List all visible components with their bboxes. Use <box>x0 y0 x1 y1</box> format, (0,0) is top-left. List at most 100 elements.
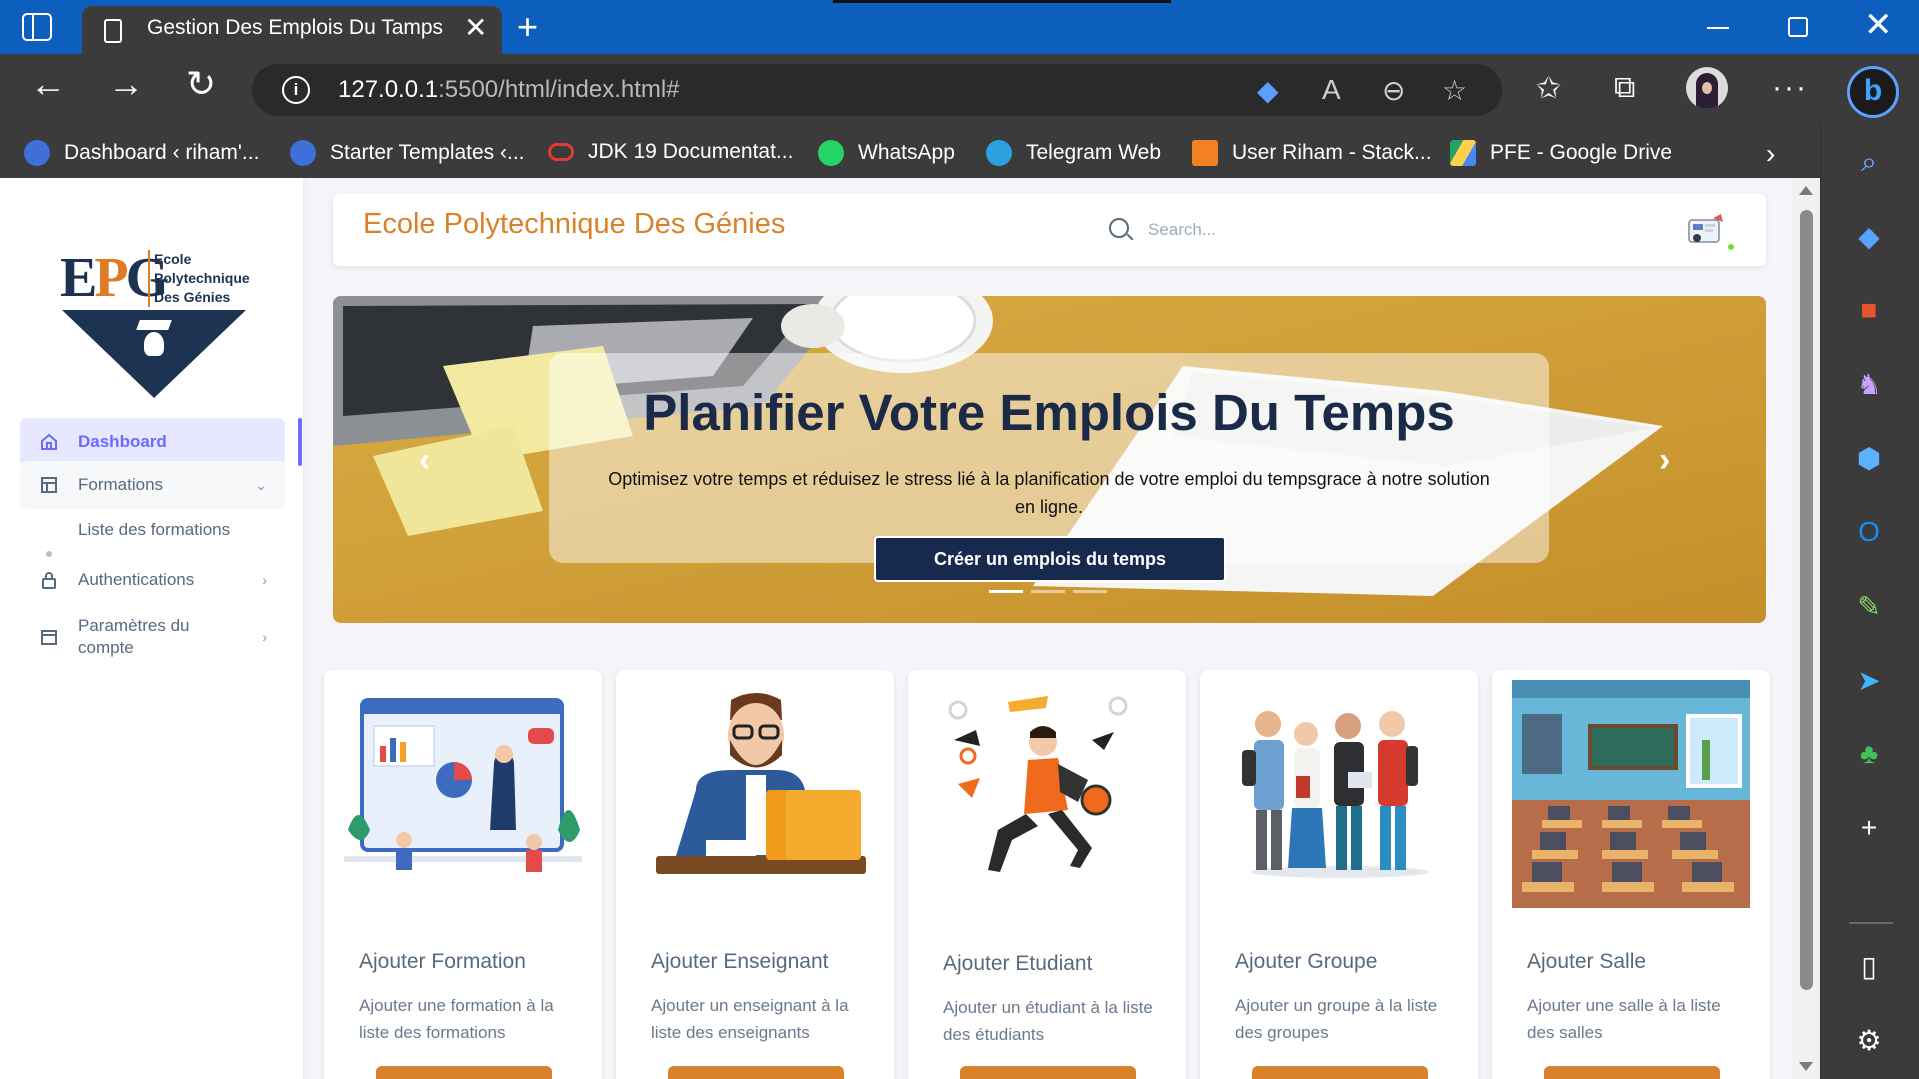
add-salle-button[interactable] <box>1544 1066 1720 1079</box>
bookmark-item[interactable]: PFE - Google Drive <box>1450 140 1672 166</box>
back-icon[interactable]: ← <box>30 66 66 102</box>
read-aloud-icon[interactable]: A <box>1322 74 1341 106</box>
graduate-icon <box>134 318 174 368</box>
app-sidebar: EPG Ecole Polytechnique Des Génies Dashb… <box>0 178 303 1079</box>
telegram-icon <box>986 140 1012 166</box>
carousel-indicator[interactable] <box>989 590 1023 593</box>
google-drive-icon <box>1450 140 1476 166</box>
add-icon[interactable]: + <box>1849 808 1889 848</box>
sidebar-divider <box>1849 922 1893 924</box>
outlook-icon[interactable]: O <box>1849 512 1889 552</box>
carousel-next-icon[interactable]: › <box>1659 441 1670 480</box>
more-menu-icon[interactable]: ··· <box>1772 71 1808 105</box>
card-ajouter-enseignant: Ajouter Enseignant Ajouter un enseignant… <box>616 670 894 1079</box>
copilot-icon[interactable]: b <box>1847 66 1899 118</box>
carousel-indicator[interactable] <box>1073 590 1107 593</box>
bookmark-item[interactable]: User Riham - Stack... <box>1192 140 1432 166</box>
search-icon[interactable]: ⌕ <box>1849 142 1889 182</box>
page-scrollbar[interactable] <box>1793 178 1820 1079</box>
add-favorite-icon[interactable]: ☆ <box>1442 74 1467 107</box>
card-text: Ajouter une salle à la liste des salles <box>1527 996 1721 1042</box>
scroll-down-icon[interactable] <box>1799 1062 1813 1071</box>
add-groupe-button[interactable] <box>1252 1066 1428 1079</box>
card-title: Ajouter Enseignant <box>651 950 829 973</box>
window-close-icon[interactable]: ✕ <box>1864 5 1893 45</box>
logo-text: Ecole Polytechnique Des Génies <box>148 250 250 307</box>
lock-icon <box>38 569 60 591</box>
sidebar-item-liste-formations[interactable]: Liste des formations <box>20 506 285 554</box>
bookmark-item[interactable]: WhatsApp <box>818 140 955 166</box>
carousel-caption: Planifier Votre Emplois Du Temps Optimis… <box>549 353 1549 563</box>
restore-icon[interactable] <box>1788 17 1808 37</box>
hero-carousel: Planifier Votre Emplois Du Temps Optimis… <box>333 296 1766 623</box>
bookmark-item[interactable]: JDK 19 Documentat... <box>548 140 793 164</box>
new-tab-icon[interactable]: + <box>517 6 538 48</box>
browser-tab[interactable]: Gestion Des Emplois Du Tamps ✕ <box>82 6 502 54</box>
microsoft-365-icon[interactable]: ⬢ <box>1849 438 1889 478</box>
url-text[interactable]: 127.0.0.1:5500/html/index.html# <box>338 76 680 104</box>
add-etudiant-button[interactable] <box>960 1066 1136 1079</box>
sidebar-item-authentications[interactable]: Authentications › <box>20 556 285 604</box>
add-enseignant-button[interactable] <box>668 1066 844 1079</box>
sidebar-item-formations[interactable]: Formations ⌄ <box>20 461 285 509</box>
group-illustration <box>1242 711 1430 878</box>
carousel-prev-icon[interactable]: ‹ <box>419 441 430 480</box>
zoom-out-icon[interactable]: ⊖ <box>1382 74 1405 107</box>
online-status-dot <box>1726 242 1736 252</box>
search-icon <box>1109 218 1129 238</box>
tab-actions-icon[interactable] <box>22 13 52 41</box>
hero-text: Optimisez votre temps et réduisez le str… <box>608 469 1490 517</box>
minimize-icon[interactable] <box>1707 27 1729 29</box>
teacher-illustration <box>656 693 866 874</box>
more-bookmarks-icon[interactable]: › <box>1766 138 1775 170</box>
collections-icon[interactable]: ⧉ <box>1614 71 1635 105</box>
scroll-up-icon[interactable] <box>1799 186 1813 195</box>
split-view-icon[interactable]: ▯ <box>1849 946 1889 986</box>
top-navbar: Ecole Polytechnique Des Génies <box>333 194 1766 266</box>
coupon-tag-icon[interactable]: ◆ <box>1257 74 1279 107</box>
address-bar[interactable]: i 127.0.0.1:5500/html/index.html# ◆ A ⊖ … <box>252 64 1502 116</box>
close-tab-icon[interactable]: ✕ <box>464 11 487 44</box>
designer-icon[interactable]: ✎ <box>1849 586 1889 626</box>
layout-icon <box>38 474 60 496</box>
profile-avatar[interactable] <box>1686 67 1728 109</box>
forward-icon[interactable]: → <box>108 66 144 102</box>
carousel-indicators <box>989 590 1107 593</box>
card-text: Ajouter un groupe à la liste des groupes <box>1235 996 1438 1042</box>
refresh-icon[interactable]: ↻ <box>186 66 216 102</box>
brand-title[interactable]: Ecole Polytechnique Des Génies <box>363 208 785 241</box>
games-icon[interactable]: ♞ <box>1849 364 1889 404</box>
create-schedule-button[interactable]: Créer un emplois du temps <box>874 536 1226 582</box>
sidebar-item-dashboard[interactable]: Dashboard <box>20 418 285 466</box>
add-formation-button[interactable] <box>376 1066 552 1079</box>
window-drag-indicator <box>833 0 1171 3</box>
chevron-down-icon: ⌄ <box>255 476 267 493</box>
card-ajouter-salle: Ajouter Salle Ajouter une salle à la lis… <box>1492 670 1770 1079</box>
bookmark-item[interactable]: Dashboard ‹ riham'... <box>24 140 259 166</box>
bookmark-item[interactable]: Starter Templates ‹... <box>290 140 525 166</box>
hero-title: Planifier Votre Emplois Du Temps <box>643 384 1455 441</box>
carousel-indicator[interactable] <box>1031 590 1065 593</box>
school-logo[interactable]: EPG Ecole Polytechnique Des Génies <box>58 248 258 398</box>
favorites-icon[interactable]: ✩ <box>1536 71 1561 106</box>
bookmark-item[interactable]: Telegram Web <box>986 140 1161 166</box>
card-title: Ajouter Salle <box>1527 950 1647 973</box>
user-avatar[interactable] <box>1685 212 1727 252</box>
oracle-icon <box>548 143 574 161</box>
card-text: Ajouter un enseignant à la liste des ens… <box>651 996 849 1042</box>
formation-illustration <box>344 698 582 872</box>
card-text: Ajouter un étudiant à la liste des étudi… <box>943 998 1153 1044</box>
card-ajouter-formation: Ajouter Formation Ajouter une formation … <box>324 670 602 1079</box>
shopping-tag-icon[interactable]: ◆ <box>1849 216 1889 256</box>
sidebar-item-parametres[interactable]: Paramètres du compte › <box>20 604 285 670</box>
edge-sidebar: ⌕ ◆ ■ ♞ ⬢ O ✎ ➤ ♣ + ▯ ⚙ <box>1820 124 1919 1079</box>
site-info-icon[interactable]: i <box>282 76 310 104</box>
send-icon[interactable]: ➤ <box>1849 660 1889 700</box>
card-ajouter-groupe: Ajouter Groupe Ajouter un groupe à la li… <box>1200 670 1478 1079</box>
settings-gear-icon[interactable]: ⚙ <box>1849 1020 1889 1060</box>
search-input[interactable] <box>1148 212 1428 248</box>
scroll-thumb[interactable] <box>1800 210 1813 990</box>
tools-icon[interactable]: ■ <box>1849 290 1889 330</box>
tree-icon[interactable]: ♣ <box>1849 734 1889 774</box>
wordpress-icon <box>290 140 316 166</box>
